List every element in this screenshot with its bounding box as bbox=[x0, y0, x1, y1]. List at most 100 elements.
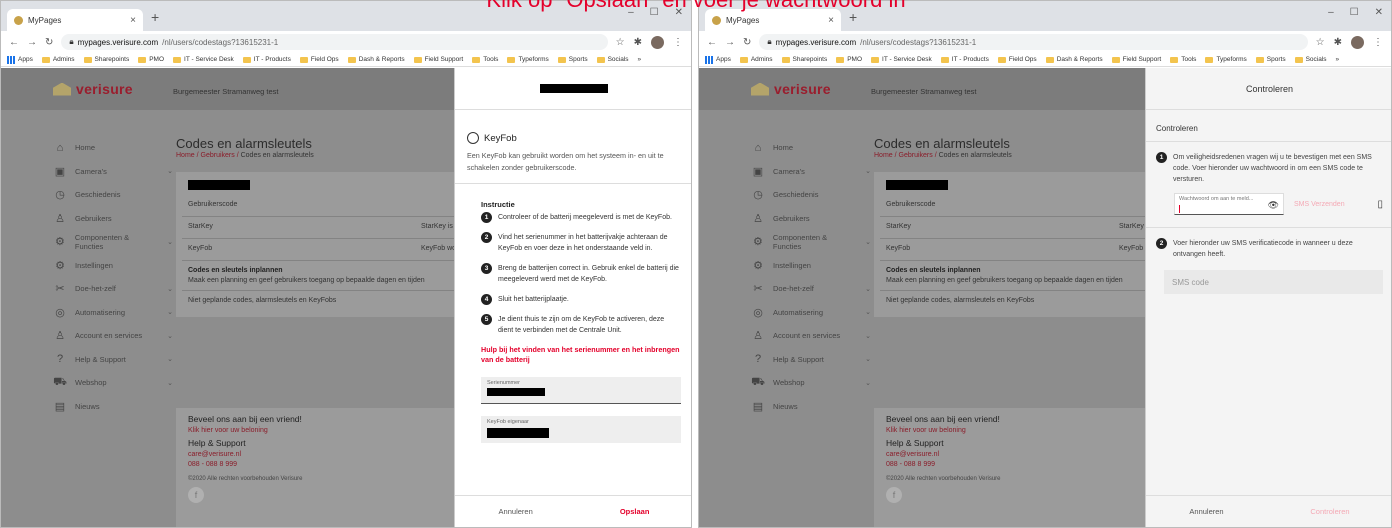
menu-icon[interactable]: ⋮ bbox=[673, 37, 683, 48]
crumb-home[interactable]: Home bbox=[176, 152, 195, 159]
crumb-users[interactable]: Gebruikers bbox=[201, 152, 235, 159]
bookmark-item[interactable]: PMO bbox=[836, 56, 862, 63]
sidebar-item[interactable]: ◷ Geschiedenis bbox=[751, 183, 871, 207]
sidebar-item[interactable]: ♙ Account en services ⌄ bbox=[53, 324, 173, 348]
verify-button[interactable]: Controleren bbox=[1310, 507, 1349, 516]
verisure-logo[interactable]: verisure bbox=[53, 81, 133, 97]
plan-title[interactable]: Codes en sleutels inplannen bbox=[886, 267, 981, 274]
sms-code-input[interactable]: SMS code bbox=[1164, 270, 1383, 294]
bookmark-item[interactable]: Tools bbox=[472, 56, 498, 63]
serial-number-field[interactable]: Serienummer bbox=[481, 377, 681, 404]
help-link[interactable]: Hulp bij het vinden van het serienummer … bbox=[481, 345, 681, 365]
profile-avatar[interactable] bbox=[1351, 35, 1364, 49]
extension-icon[interactable]: ✱ bbox=[1334, 37, 1342, 48]
sidebar-item[interactable]: ✂ Doe-het-zelf ⌄ bbox=[751, 277, 871, 301]
sidebar-item[interactable]: ✂ Doe-het-zelf ⌄ bbox=[53, 277, 173, 301]
bookmark-item[interactable]: Admins bbox=[739, 56, 773, 63]
sidebar-item[interactable]: ◎ Automatisering ⌄ bbox=[53, 301, 173, 325]
sidebar-item[interactable]: ⚙ Instellingen bbox=[751, 254, 871, 278]
sidebar-item[interactable]: ▣ Camera's ⌄ bbox=[53, 160, 173, 184]
star-icon[interactable]: ☆ bbox=[616, 37, 625, 48]
back-icon[interactable]: ← bbox=[707, 37, 717, 48]
extension-icon[interactable]: ✱ bbox=[634, 37, 642, 48]
reload-icon[interactable]: ↻ bbox=[45, 37, 53, 48]
sidebar-item[interactable]: ⌂ Home bbox=[53, 136, 173, 160]
bookmark-item[interactable]: Typeforms bbox=[507, 56, 549, 63]
bookmark-apps[interactable]: Apps bbox=[705, 55, 731, 64]
sidebar-item[interactable]: ◷ Geschiedenis bbox=[53, 183, 173, 207]
bookmark-item[interactable]: Socials bbox=[1294, 56, 1327, 63]
bookmark-item[interactable]: Socials bbox=[596, 56, 629, 63]
keyfob-description: Een KeyFob kan gebruikt worden om het sy… bbox=[467, 151, 664, 172]
cancel-button[interactable]: Annuleren bbox=[1189, 507, 1223, 516]
bookmark-label: Sports bbox=[1266, 56, 1286, 63]
verisure-logo[interactable]: verisure bbox=[751, 81, 831, 97]
reload-icon[interactable]: ↻ bbox=[743, 37, 751, 48]
unplanned-link[interactable]: Niet geplande codes, alarmsleutels en Ke… bbox=[886, 297, 1034, 304]
bookmark-item[interactable]: Sports bbox=[1255, 56, 1286, 63]
sidebar-item[interactable]: ▤ Nieuws bbox=[53, 395, 173, 419]
unplanned-link[interactable]: Niet geplande codes, alarmsleutels en Ke… bbox=[188, 297, 336, 304]
bookmark-item[interactable]: Tools bbox=[1170, 56, 1196, 63]
bookmark-item[interactable]: IT - Products bbox=[242, 56, 291, 63]
plan-title[interactable]: Codes en sleutels inplannen bbox=[188, 267, 283, 274]
crumb-users[interactable]: Gebruikers bbox=[899, 152, 933, 159]
sms-send-button[interactable]: SMS Verzenden bbox=[1294, 201, 1345, 208]
keyfob-owner-field[interactable]: KeyFob eigenaar bbox=[481, 416, 681, 443]
star-icon[interactable]: ☆ bbox=[1316, 37, 1325, 48]
sidebar-item[interactable]: ▤ Nieuws bbox=[751, 395, 871, 419]
sidebar-item[interactable]: ♙ Gebruikers bbox=[53, 207, 173, 231]
crumb-home[interactable]: Home bbox=[874, 152, 893, 159]
sidebar-item[interactable]: ⚙ Componenten & Functies ⌄ bbox=[751, 230, 871, 254]
step-5: 5 Je dient thuis te zijn om de KeyFob te … bbox=[481, 314, 681, 336]
address-bar[interactable]: 🔒︎ mypages.verisure.com/nl/users/codestag… bbox=[61, 34, 608, 50]
menu-icon[interactable]: ⋮ bbox=[1373, 37, 1383, 48]
bookmark-label: Socials bbox=[607, 56, 629, 63]
side-nav: ⌂ Home ▣ Camera's ⌄ ◷ Geschiedenis ♙ Gebruikers ⚙… bbox=[751, 136, 871, 418]
sidebar-item[interactable]: ? Help & Support ⌄ bbox=[53, 348, 173, 372]
sidebar-item[interactable]: ⛟ Webshop ⌄ bbox=[751, 371, 871, 395]
bookmark-item[interactable]: Field Support bbox=[1111, 56, 1161, 63]
bookmark-item[interactable]: Dash & Reports bbox=[347, 56, 405, 63]
favicon-icon bbox=[14, 15, 23, 25]
address-bar[interactable]: 🔒︎ mypages.verisure.com/nl/users/codestag… bbox=[759, 34, 1308, 50]
bookmark-item[interactable]: Typeforms bbox=[1205, 56, 1247, 63]
sidebar-item[interactable]: ◎ Automatisering ⌄ bbox=[751, 301, 871, 325]
sidebar-item[interactable]: ▣ Camera's ⌄ bbox=[751, 160, 871, 184]
bookmark-item[interactable]: Dash & Reports bbox=[1045, 56, 1103, 63]
bookmarks-more-icon[interactable]: » bbox=[1336, 56, 1340, 63]
sidebar-item[interactable]: ? Help & Support ⌄ bbox=[751, 348, 871, 372]
bookmark-item[interactable]: Sports bbox=[557, 56, 588, 63]
bookmark-item[interactable]: Field Ops bbox=[997, 56, 1037, 63]
sidebar-item[interactable]: ⌂ Home bbox=[751, 136, 871, 160]
eye-icon[interactable]: 👁︎ bbox=[1268, 200, 1279, 211]
bookmark-item[interactable]: PMO bbox=[138, 56, 164, 63]
facebook-icon[interactable]: f bbox=[188, 487, 204, 503]
bookmark-item[interactable]: Sharepoints bbox=[781, 56, 827, 63]
sidebar-item[interactable]: ♙ Account en services ⌄ bbox=[751, 324, 871, 348]
forward-icon[interactable]: → bbox=[725, 37, 735, 48]
sidebar-item[interactable]: ⚙ Instellingen bbox=[53, 254, 173, 278]
bookmark-item[interactable]: IT - Service Desk bbox=[871, 56, 932, 63]
forward-icon[interactable]: → bbox=[27, 37, 37, 48]
save-button[interactable]: Opslaan bbox=[620, 507, 650, 516]
profile-avatar[interactable] bbox=[651, 35, 664, 49]
bookmark-item[interactable]: Admins bbox=[41, 56, 75, 63]
password-field[interactable]: Wachtwoord om aan te meld... 👁︎ bbox=[1174, 193, 1284, 215]
bookmark-item[interactable]: Field Ops bbox=[299, 56, 339, 63]
sidebar-item[interactable]: ♙ Gebruikers bbox=[751, 207, 871, 231]
bookmark-item[interactable]: IT - Products bbox=[940, 56, 989, 63]
cancel-button[interactable]: Annuleren bbox=[499, 507, 533, 516]
sidebar-item-icon: ♙ bbox=[753, 330, 763, 343]
close-tab-icon[interactable]: × bbox=[130, 15, 136, 26]
bookmarks-more-icon[interactable]: » bbox=[638, 56, 642, 63]
close-tab-icon[interactable]: × bbox=[828, 15, 834, 26]
bookmark-item[interactable]: Sharepoints bbox=[83, 56, 129, 63]
back-icon[interactable]: ← bbox=[9, 37, 19, 48]
bookmark-item[interactable]: IT - Service Desk bbox=[173, 56, 234, 63]
sidebar-item[interactable]: ⛟ Webshop ⌄ bbox=[53, 371, 173, 395]
sidebar-item[interactable]: ⚙ Componenten & Functies ⌄ bbox=[53, 230, 173, 254]
bookmark-apps[interactable]: Apps bbox=[7, 55, 33, 64]
bookmark-item[interactable]: Field Support bbox=[413, 56, 463, 63]
facebook-icon[interactable]: f bbox=[886, 487, 902, 503]
